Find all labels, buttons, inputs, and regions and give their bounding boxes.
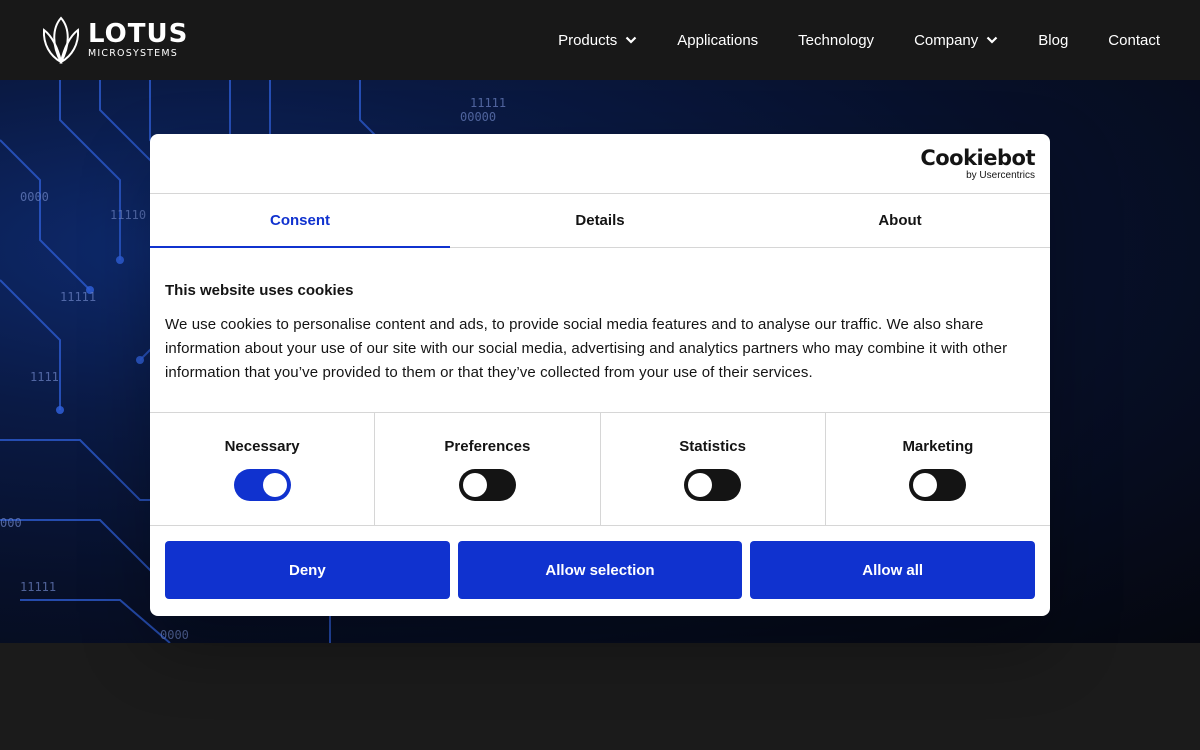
toggle-group-marketing: Marketing [826,413,1050,525]
cookiebot-byline: by Usercentrics [966,170,1035,181]
tab-details[interactable]: Details [450,194,750,247]
main-nav: Products Applications Technology Company… [558,32,1160,49]
marketing-toggle[interactable] [909,469,967,501]
toggle-group-preferences: Preferences [375,413,601,525]
tab-about[interactable]: About [750,194,1050,247]
lotus-flower-icon [42,16,80,64]
consent-toggles: Necessary Preferences Statistics Marketi… [150,413,1050,526]
toggle-group-statistics: Statistics [601,413,826,525]
consent-body: This website uses cookies We use cookies… [150,248,1050,413]
toggle-knob [462,473,487,497]
nav-label: Contact [1108,31,1160,49]
logo-text: LOTUS MICROSYSTEMS [88,21,188,59]
toggle-label: Necessary [224,438,300,455]
nav-contact[interactable]: Contact [1108,32,1160,49]
allow-all-button[interactable]: Allow all [750,541,1036,599]
logo-word: LOTUS [88,19,189,50]
nav-label: Company [914,31,979,49]
cookiebot-logo[interactable]: Cookiebot by Usercentrics [920,148,1035,181]
nav-company[interactable]: Company [914,32,998,49]
lower-section [0,643,1200,750]
nav-products[interactable]: Products [558,32,637,49]
logo-subtitle: MICROSYSTEMS [88,48,179,60]
dialog-top-bar: Cookiebot by Usercentrics [150,134,1050,194]
deny-button[interactable]: Deny [165,541,450,599]
cookiebot-brand: Cookiebot [920,146,1035,170]
toggle-label: Statistics [679,438,746,455]
necessary-toggle[interactable] [233,469,291,501]
nav-label: Products [558,31,618,49]
statistics-toggle[interactable] [684,469,742,501]
nav-blog[interactable]: Blog [1038,32,1068,49]
allow-selection-button[interactable]: Allow selection [457,541,743,599]
consent-tabs: Consent Details About [150,194,1050,248]
toggle-label: Marketing [902,438,974,455]
consent-buttons: Deny Allow selection Allow all [150,526,1050,614]
cookie-consent-dialog: Cookiebot by Usercentrics Consent Detail… [150,134,1050,616]
consent-text: We use cookies to personalise content an… [165,316,1008,381]
nav-applications[interactable]: Applications [677,32,758,49]
chevron-down-icon [626,36,637,44]
tab-consent[interactable]: Consent [150,194,450,248]
toggle-knob [913,473,938,497]
toggle-knob [688,473,713,497]
consent-heading: This website uses cookies [165,282,354,299]
toggle-label: Preferences [444,438,531,455]
toggle-group-necessary: Necessary [150,413,376,525]
site-header: LOTUS MICROSYSTEMS Products Applications… [0,0,1200,80]
preferences-toggle[interactable] [458,469,516,501]
nav-technology[interactable]: Technology [798,32,874,49]
chevron-down-icon [986,36,998,44]
lotus-logo[interactable]: LOTUS MICROSYSTEMS [40,15,188,65]
nav-label: Applications [677,31,759,49]
toggle-knob [262,473,287,497]
nav-label: Blog [1038,31,1069,49]
nav-label: Technology [798,31,875,49]
